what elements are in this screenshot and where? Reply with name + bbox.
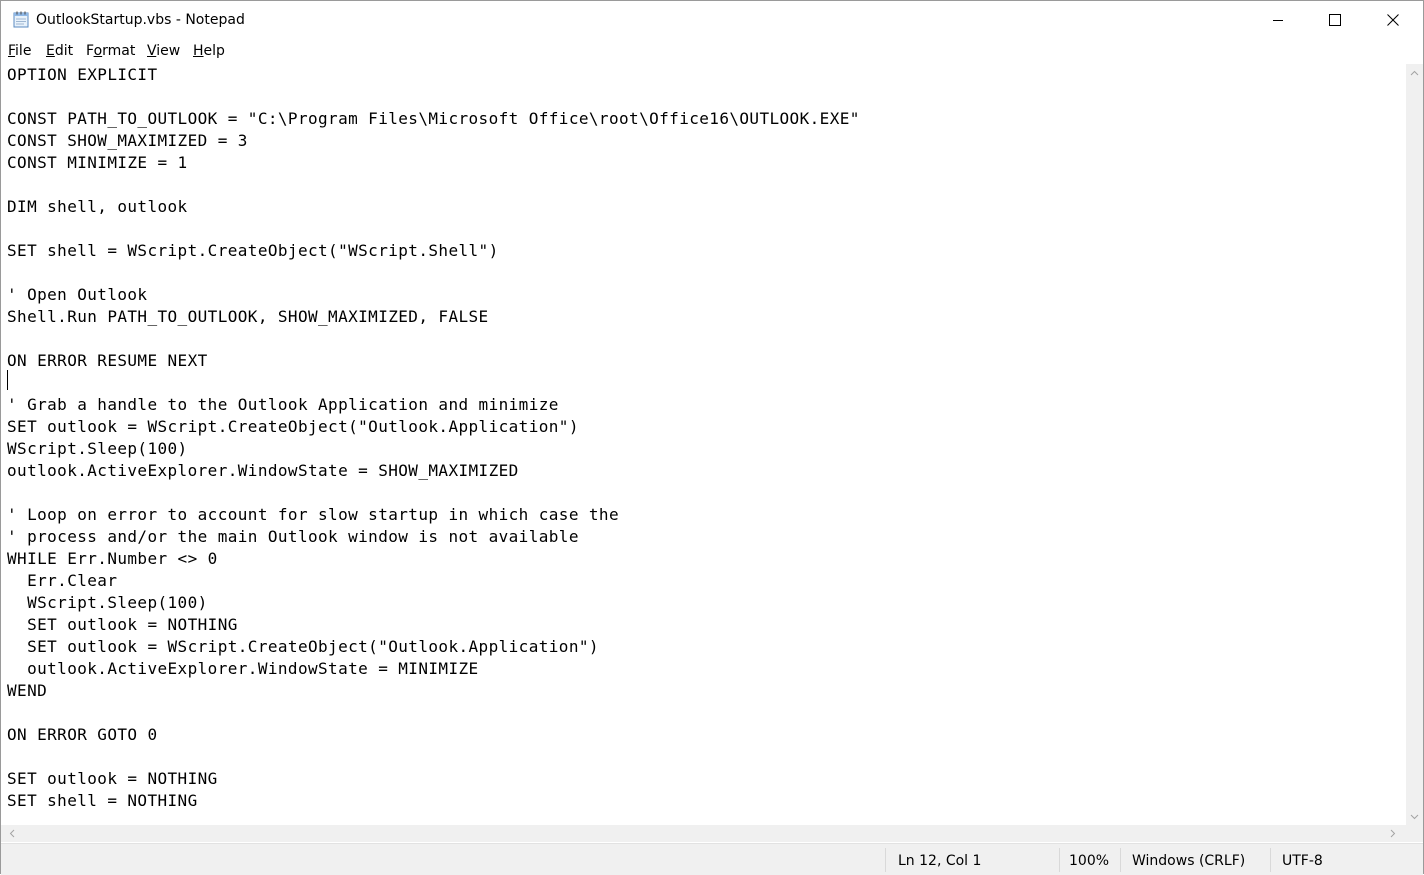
status-divider — [1059, 848, 1060, 872]
window-title: OutlookStartup.vbs - Notepad — [36, 12, 245, 28]
notepad-icon — [13, 11, 29, 28]
maximize-icon — [1329, 14, 1341, 26]
menu-format[interactable]: Format — [86, 43, 135, 59]
code-line: ON ERROR RESUME NEXT — [7, 351, 208, 370]
menu-file[interactable]: File — [8, 43, 31, 59]
code-line: WEND — [7, 681, 48, 700]
status-bar: Ln 12, Col 1 100% Windows (CRLF) UTF-8 — [1, 843, 1423, 875]
menu-format-pre: F — [86, 43, 94, 59]
code-line: ' Open Outlook — [7, 285, 148, 304]
chevron-down-icon — [1410, 814, 1419, 819]
menu-view-label: iew — [156, 43, 181, 59]
code-line: outlook.ActiveExplorer.WindowState = MIN… — [7, 659, 479, 678]
code-line: SET outlook = NOTHING — [7, 769, 218, 788]
chevron-up-icon — [1410, 70, 1419, 75]
menu-help-label: elp — [203, 43, 225, 59]
menu-view-accel: V — [147, 43, 157, 59]
menu-help[interactable]: Help — [193, 43, 225, 59]
menu-edit-label: dit — [54, 43, 74, 59]
menu-edit-accel: E — [46, 43, 55, 59]
close-button[interactable] — [1364, 1, 1422, 39]
menu-bar: File Edit Format View Help — [1, 39, 1423, 63]
menu-file-label: ile — [15, 43, 32, 59]
code-line: CONST MINIMIZE = 1 — [7, 153, 188, 172]
menu-edit[interactable]: Edit — [46, 43, 73, 59]
scrollbar-corner — [1406, 825, 1423, 842]
code-line: Shell.Run PATH_TO_OUTLOOK, SHOW_MAXIMIZE… — [7, 307, 489, 326]
code-line: CONST PATH_TO_OUTLOOK = "C:\Program File… — [7, 109, 860, 128]
vertical-scrollbar[interactable] — [1406, 64, 1423, 825]
code-line: Err.Clear — [7, 571, 118, 590]
code-line: WHILE Err.Number <> 0 — [7, 549, 218, 568]
close-icon — [1387, 14, 1399, 26]
scroll-right-button[interactable] — [1384, 825, 1401, 842]
menu-file-accel: F — [8, 43, 16, 59]
code-line: DIM shell, outlook — [7, 197, 188, 216]
status-divider — [1270, 848, 1271, 872]
code-line: OPTION EXPLICIT — [7, 65, 158, 84]
code-line: WScript.Sleep(100) — [7, 593, 208, 612]
code-line: ' process and/or the main Outlook window… — [7, 527, 579, 546]
scroll-up-button[interactable] — [1406, 64, 1423, 81]
menu-format-accel: o — [93, 43, 103, 59]
code-line: SET outlook = WScript.CreateObject("Outl… — [7, 637, 599, 656]
notepad-window: OutlookStartup.vbs - Notepad File Edit F… — [0, 0, 1424, 875]
menu-view[interactable]: View — [147, 43, 180, 59]
status-divider — [885, 848, 886, 872]
chevron-right-icon — [1390, 829, 1395, 838]
code-line: SET outlook = WScript.CreateObject("Outl… — [7, 417, 579, 436]
chevron-left-icon — [9, 829, 14, 838]
maximize-button[interactable] — [1306, 1, 1364, 39]
encoding: UTF-8 — [1282, 853, 1323, 869]
code-line: SET outlook = NOTHING — [7, 615, 238, 634]
text-editor[interactable]: OPTION EXPLICIT CONST PATH_TO_OUTLOOK = "… — [1, 64, 1406, 825]
title-bar[interactable]: OutlookStartup.vbs - Notepad — [1, 1, 1423, 39]
code-line: SET shell = NOTHING — [7, 791, 198, 810]
scroll-down-button[interactable] — [1406, 808, 1423, 825]
code-line: SET shell = WScript.CreateObject("WScrip… — [7, 241, 499, 260]
status-divider — [1120, 848, 1121, 872]
line-ending: Windows (CRLF) — [1132, 853, 1246, 869]
minimize-icon — [1273, 20, 1283, 21]
minimize-button[interactable] — [1249, 1, 1307, 39]
text-caret — [7, 370, 8, 390]
code-line: ' Grab a handle to the Outlook Applicati… — [7, 395, 559, 414]
zoom-level: 100% — [1069, 853, 1110, 869]
scroll-left-button[interactable] — [3, 825, 20, 842]
code-line: WScript.Sleep(100) — [7, 439, 188, 458]
horizontal-scrollbar[interactable] — [1, 825, 1406, 842]
menu-format-label: rmat — [102, 43, 136, 59]
code-line: outlook.ActiveExplorer.WindowState = SHO… — [7, 461, 519, 480]
code-line: ON ERROR GOTO 0 — [7, 725, 158, 744]
menu-help-accel: H — [193, 43, 204, 59]
code-line: CONST SHOW_MAXIMIZED = 3 — [7, 131, 248, 150]
code-line: ' Loop on error to account for slow star… — [7, 505, 620, 524]
cursor-position: Ln 12, Col 1 — [898, 853, 982, 869]
